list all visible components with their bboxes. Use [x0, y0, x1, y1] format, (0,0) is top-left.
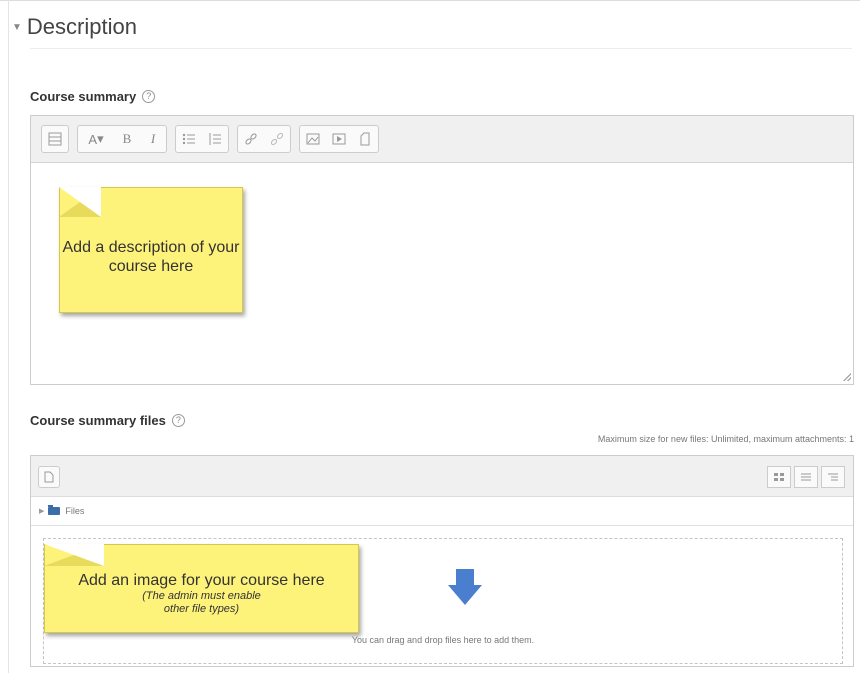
file-path-bar: ▶ Files: [31, 497, 853, 526]
toolbar-group-format: A ▾ B I: [77, 125, 167, 153]
unordered-list-icon[interactable]: [176, 126, 202, 152]
toolbar-group-media: [299, 125, 379, 153]
note-fold: [44, 544, 104, 566]
link-icon[interactable]: [238, 126, 264, 152]
section-title: Description: [26, 14, 137, 39]
grid-view-icon: [774, 473, 784, 481]
toolbar-group-links: [237, 125, 291, 153]
toolbar-group-lists: [175, 125, 229, 153]
file-manager: ▶ Files You can drag and drop files here…: [30, 455, 854, 667]
max-size-info: Maximum size for new files: Unlimited, m…: [597, 434, 854, 444]
font-style-label: A: [88, 131, 98, 147]
view-icons-button[interactable]: [767, 466, 791, 488]
view-list-button[interactable]: [794, 466, 818, 488]
help-icon[interactable]: ?: [171, 414, 185, 427]
download-arrow-icon: [448, 569, 482, 605]
section-header[interactable]: ▼ Description: [12, 14, 137, 40]
italic-label: I: [150, 131, 156, 146]
expand-triangle-icon[interactable]: ▶: [39, 507, 44, 515]
media-icon[interactable]: [326, 126, 352, 152]
help-icon[interactable]: ?: [142, 90, 156, 103]
editor-text-area[interactable]: Add a description of your course here: [31, 163, 853, 383]
list-view-icon: [801, 473, 811, 481]
view-mode-buttons: [764, 466, 845, 488]
image-note-sub-1: (The admin must enable: [142, 590, 261, 602]
bold-icon[interactable]: B: [114, 126, 140, 152]
frame-top-border: [0, 0, 860, 1]
editor-toolbar: A ▾ B I: [31, 116, 853, 163]
folder-icon: [48, 505, 61, 515]
image-sticky-note: Add an image for your course here (The a…: [44, 544, 359, 633]
ordered-list-icon[interactable]: [202, 126, 228, 152]
course-summary-label-text: Course summary: [30, 89, 137, 104]
image-note-title: Add an image for your course here: [78, 572, 325, 589]
files-path-label[interactable]: Files: [65, 506, 84, 516]
collapse-caret-icon[interactable]: ▼: [12, 22, 22, 33]
course-summary-label: Course summary ?: [30, 89, 156, 104]
toolbar-group-toggle: [41, 125, 69, 153]
add-file-button[interactable]: [38, 466, 60, 488]
course-summary-files-label-text: Course summary files: [30, 413, 166, 428]
tree-view-icon: [828, 473, 838, 481]
note-fold: [59, 187, 101, 217]
font-style-icon[interactable]: A ▾: [78, 126, 114, 152]
view-tree-button[interactable]: [821, 466, 845, 488]
toolbar-toggle-icon[interactable]: [42, 126, 68, 152]
course-summary-editor: A ▾ B I Add a description of your course…: [30, 115, 854, 385]
file-manager-toolbar: [31, 456, 853, 497]
manage-files-icon[interactable]: [352, 126, 378, 152]
italic-icon[interactable]: I: [140, 126, 166, 152]
description-note-text: Add a description of your course here: [62, 239, 240, 275]
add-file-icon: [44, 471, 54, 483]
image-icon[interactable]: [300, 126, 326, 152]
bold-label: B: [122, 131, 132, 146]
editor-resize-grip[interactable]: [843, 373, 851, 381]
description-sticky-note: Add a description of your course here: [59, 187, 243, 313]
image-note-sub-2: other file types): [163, 603, 240, 615]
section-divider: [30, 48, 852, 49]
frame-left-border: [8, 0, 9, 673]
drop-instructions: You can drag and drop files here to add …: [351, 635, 535, 645]
unlink-icon[interactable]: [264, 126, 290, 152]
course-summary-files-label: Course summary files ?: [30, 413, 185, 428]
